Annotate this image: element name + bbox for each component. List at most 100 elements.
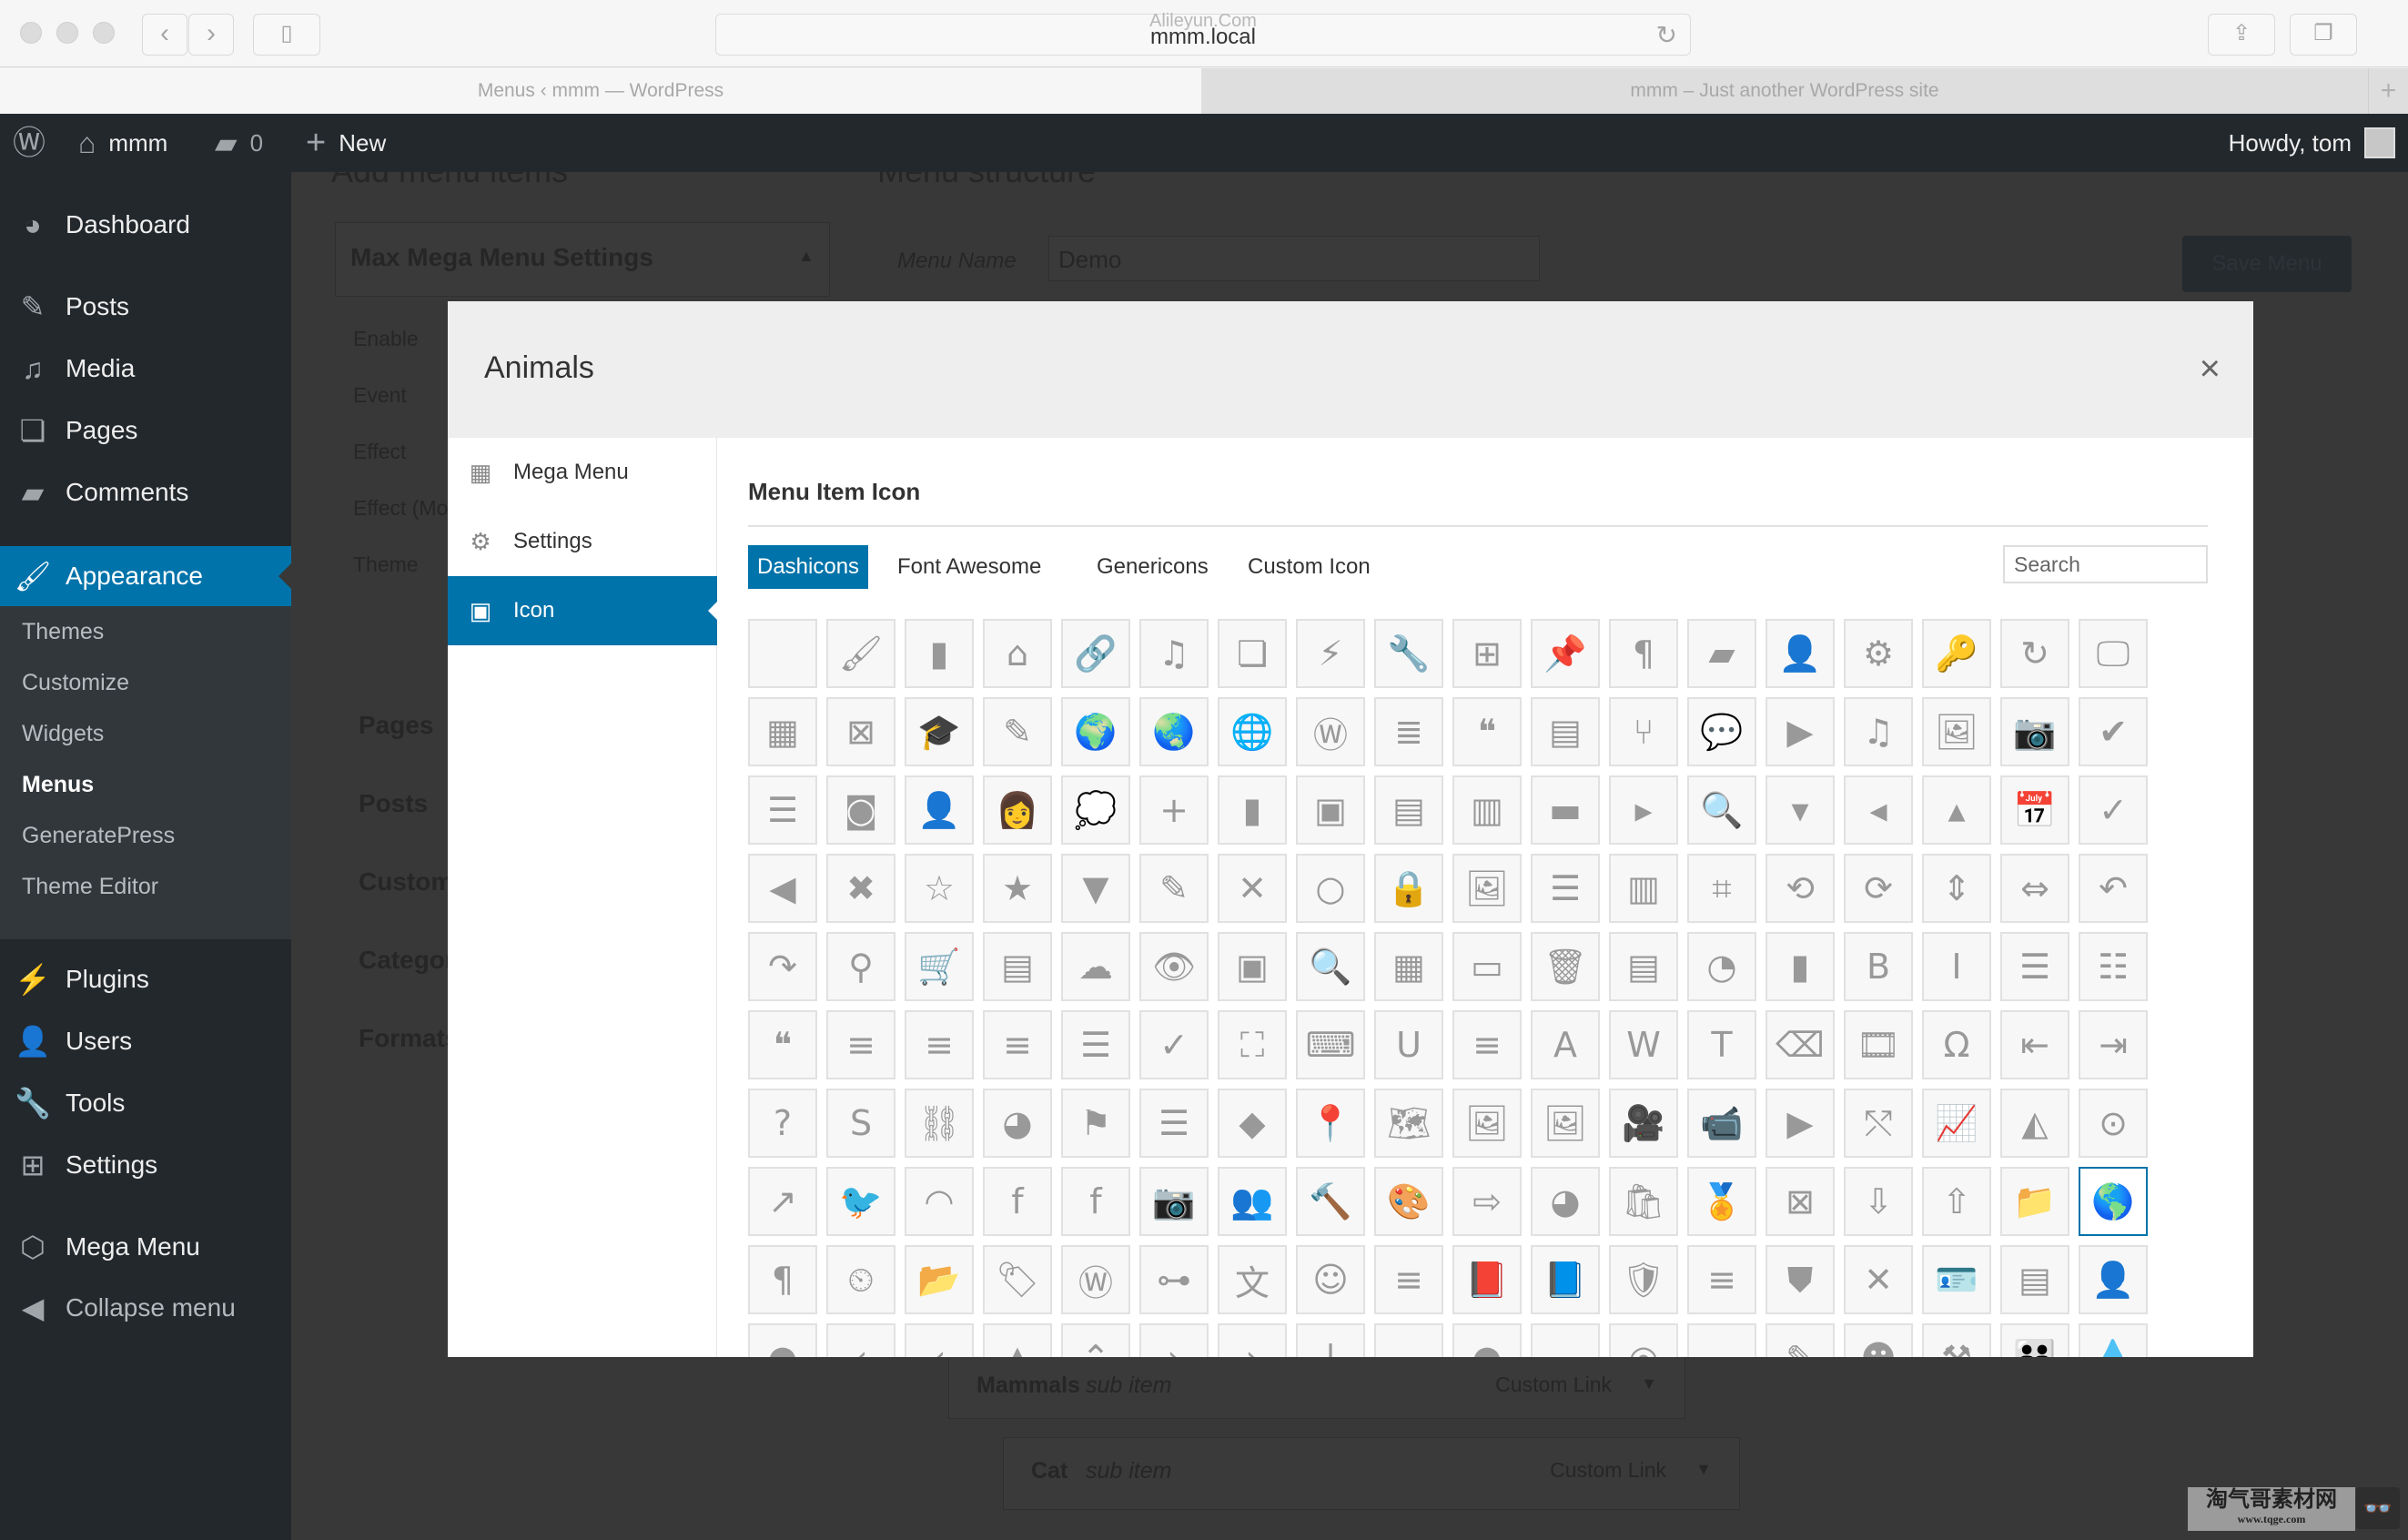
icon-option[interactable]: ☺	[1296, 1245, 1365, 1314]
icon-option[interactable]: ⌣	[1374, 1323, 1443, 1357]
icon-option[interactable]: 📁	[2000, 1167, 2069, 1236]
modal-tab-icon[interactable]: ▣ Icon	[448, 576, 717, 645]
new-tab-button[interactable]: +	[2368, 68, 2408, 114]
sidebar-item-appearance[interactable]: 🖌 Appearance	[0, 546, 291, 606]
dropdown-arrow-icon[interactable]: ▼	[1695, 1460, 1712, 1479]
icon-option[interactable]: 🌎	[2079, 1167, 2148, 1236]
site-name-link[interactable]: ⌂ mmm	[78, 114, 167, 172]
icon-option[interactable]: 🛍	[1609, 1167, 1678, 1236]
icon-option[interactable]: ≡	[983, 1010, 1052, 1079]
icon-option[interactable]: ▤	[1609, 932, 1678, 1001]
icon-option[interactable]: ↻	[2000, 619, 2069, 688]
icon-option[interactable]: ⚙	[1844, 619, 1913, 688]
window-zoom-button[interactable]	[93, 22, 115, 44]
sidebar-item-plugins[interactable]: ⚡ Plugins	[0, 949, 291, 1009]
icon-option[interactable]: ◂	[1844, 775, 1913, 845]
icon-option[interactable]: 📂	[905, 1245, 974, 1314]
icon-option[interactable]: ⚑	[1061, 1089, 1130, 1158]
icon-option[interactable]: |	[1296, 1323, 1365, 1357]
dropdown-arrow-icon[interactable]: ▼	[1641, 1374, 1657, 1393]
reload-icon[interactable]: ↻	[1656, 20, 1677, 50]
icon-option[interactable]: ◕	[1531, 1167, 1600, 1236]
icon-option[interactable]: 📍	[1296, 1089, 1365, 1158]
submenu-item-themes[interactable]: Themes	[22, 619, 104, 645]
icon-option[interactable]: ⛊	[1766, 1245, 1835, 1314]
icon-option[interactable]: 👤	[2079, 1245, 2148, 1314]
browser-tab-site[interactable]: mmm – Just another WordPress site	[1202, 68, 2367, 114]
icon-option[interactable]: 🎓	[905, 697, 974, 766]
icon-option[interactable]: ‹	[905, 1323, 974, 1357]
sidebar-toggle-button[interactable]: ▯	[253, 14, 320, 56]
icon-option[interactable]: ⊠	[826, 697, 895, 766]
icon-option[interactable]: ☰	[1139, 1089, 1209, 1158]
icon-option[interactable]: ⚒	[1922, 1323, 1991, 1357]
icon-search-input[interactable]	[2003, 545, 2208, 583]
icon-option[interactable]: ▦	[748, 697, 817, 766]
icon-option[interactable]: 📕	[1452, 1245, 1522, 1314]
icon-option[interactable]: ⇧	[1922, 1167, 1991, 1236]
submenu-item-generatepress[interactable]: GeneratePress	[22, 823, 175, 849]
icon-option[interactable]: ⤲	[1844, 1089, 1913, 1158]
icon-option[interactable]: ♫	[1844, 697, 1913, 766]
icon-option[interactable]: 🖌	[826, 619, 895, 688]
browser-tab-menus[interactable]: Menus ‹ mmm — WordPress	[0, 68, 1201, 114]
menu-name-input[interactable]: Demo	[1048, 236, 1540, 281]
icon-option[interactable]: ›	[1139, 1323, 1209, 1357]
icon-option[interactable]: Ω	[1922, 1010, 1991, 1079]
icon-option[interactable]: ⊠	[1766, 1167, 1835, 1236]
icon-option[interactable]: ☻	[1844, 1323, 1913, 1357]
icon-option[interactable]: 💬	[1687, 697, 1756, 766]
icon-option[interactable]: ⇔	[2000, 854, 2069, 923]
icon-option[interactable]: ⟳	[1844, 854, 1913, 923]
icon-option[interactable]: ⌫	[1766, 1010, 1835, 1079]
icon-option[interactable]: ‹	[826, 1323, 895, 1357]
icon-option[interactable]: 🗑	[1531, 932, 1600, 1001]
icon-option[interactable]: 文	[1218, 1245, 1287, 1314]
icon-option[interactable]: 🌏	[1139, 697, 1209, 766]
icon-option[interactable]: 🖼	[1452, 854, 1522, 923]
icon-option[interactable]: ≡	[1687, 1245, 1756, 1314]
icon-option[interactable]: ?	[748, 1089, 817, 1158]
icon-option[interactable]: ●	[1452, 1323, 1522, 1357]
icon-option[interactable]: 🖼	[1531, 1089, 1600, 1158]
tabs-overview-button[interactable]: ❐	[2290, 14, 2357, 56]
icon-option[interactable]: ▬	[1531, 775, 1600, 845]
tab-genericons[interactable]: Genericons	[1088, 545, 1218, 589]
icon-option[interactable]: ❝	[748, 1010, 817, 1079]
icon-option[interactable]: ⛶	[1218, 1010, 1287, 1079]
icon-option[interactable]: 👤	[905, 775, 974, 845]
icon-option[interactable]: ▣	[1218, 932, 1287, 1001]
icon-option[interactable]: 🌐	[1218, 697, 1287, 766]
icon-option[interactable]: ↷	[748, 932, 817, 1001]
icon-option[interactable]: ◎	[1609, 1323, 1678, 1357]
icon-option[interactable]: ⚡	[1296, 619, 1365, 688]
icon-option[interactable]: ▤	[1374, 775, 1443, 845]
icon-option[interactable]: ⌂	[983, 619, 1052, 688]
icon-option[interactable]: ★	[983, 854, 1052, 923]
icon-option[interactable]: ›	[1218, 1323, 1287, 1357]
icon-option[interactable]: ◔	[1687, 932, 1756, 1001]
icon-option[interactable]: 💧	[2079, 1323, 2148, 1357]
icon-option[interactable]: ⊙	[2079, 1089, 2148, 1158]
sidebar-item-mega-menu[interactable]: ⬡ Mega Menu	[0, 1217, 291, 1277]
icon-option[interactable]: T	[1687, 1010, 1756, 1079]
icon-option[interactable]: 🎞	[1844, 1010, 1913, 1079]
icon-option[interactable]: ⛓	[905, 1089, 974, 1158]
menu-item-mammals[interactable]: Mammals sub item Custom Link ▼	[948, 1355, 1685, 1419]
submenu-item-theme-editor[interactable]: Theme Editor	[22, 874, 158, 900]
icon-option[interactable]: S	[826, 1089, 895, 1158]
modal-tab-mega-menu[interactable]: ▦ Mega Menu	[448, 438, 717, 507]
sidebar-item-comments[interactable]: ▰ Comments	[0, 462, 291, 522]
icon-option[interactable]: ≡	[1452, 1010, 1522, 1079]
sidebar-item-tools[interactable]: 🔧 Tools	[0, 1073, 291, 1133]
sidebar-item-pages[interactable]: ❏ Pages	[0, 400, 291, 461]
tab-custom-icon[interactable]: Custom Icon	[1239, 545, 1380, 589]
window-close-button[interactable]	[20, 22, 42, 44]
icon-option[interactable]: 👥	[1218, 1167, 1287, 1236]
icon-option[interactable]: ○	[1296, 854, 1365, 923]
sidebar-item-posts[interactable]: ✎ Posts	[0, 277, 291, 337]
icon-option[interactable]	[748, 619, 817, 688]
icon-option[interactable]: ▶	[1766, 1089, 1835, 1158]
icon-option[interactable]: ↶	[2079, 854, 2148, 923]
icon-option[interactable]: ≡	[826, 1010, 895, 1079]
